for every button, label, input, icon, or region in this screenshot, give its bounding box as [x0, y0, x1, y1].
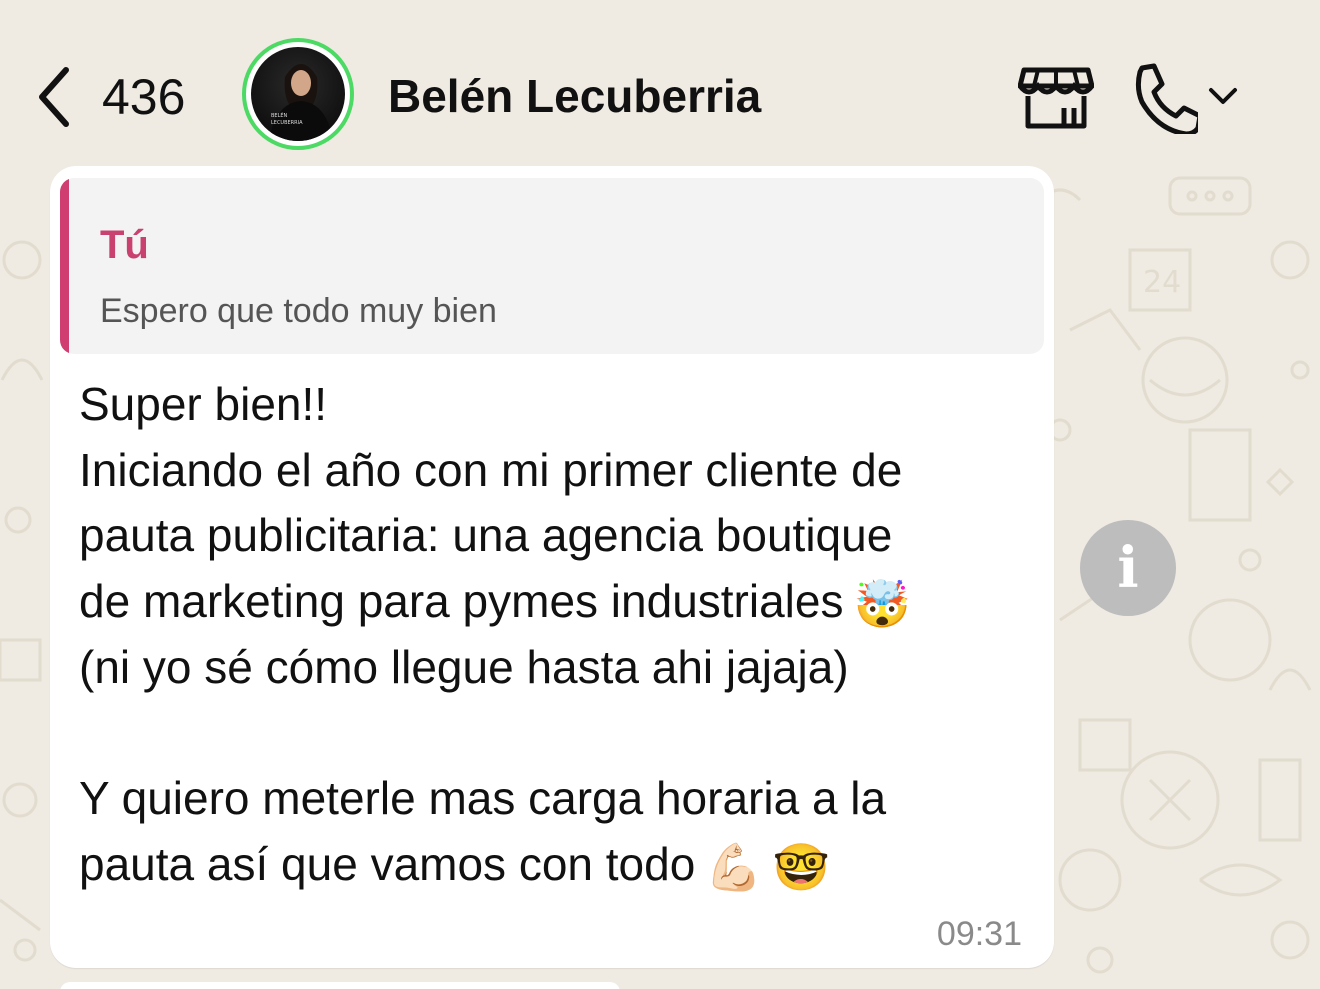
phone-icon — [1135, 63, 1198, 134]
svg-text:LECUBERRIA: LECUBERRIA — [271, 120, 303, 126]
message-text: Super bien!! Iniciando el año con mi pri… — [79, 372, 1039, 898]
chevron-left-icon — [39, 67, 69, 127]
avatar-image: BELÉN LECUBERRIA — [251, 47, 345, 141]
svg-text:BELÉN: BELÉN — [271, 111, 288, 119]
message-timestamp: 09:31 — [936, 915, 1022, 953]
flexed-biceps-emoji: 💪🏻 — [705, 840, 763, 893]
message-line: pauta publicitaria: una agencia boutique — [79, 509, 893, 562]
contact-name[interactable]: Belén Lecuberria — [388, 66, 761, 126]
info-icon: i — [1117, 535, 1139, 601]
unread-count: 436 — [102, 69, 186, 125]
quote-accent-bar — [60, 178, 69, 354]
back-button[interactable]: 436 — [36, 62, 185, 132]
next-message-bubble[interactable] — [60, 982, 620, 989]
contact-avatar[interactable]: BELÉN LECUBERRIA — [242, 38, 354, 150]
message-line: (ni yo sé cómo llegue hasta ahi jajaja) — [79, 640, 849, 693]
message-line: Iniciando el año con mi primer cliente d… — [79, 443, 903, 496]
message-line: pauta así que vamos con todo 💪🏻 🤓 — [79, 832, 1039, 898]
message-line: Super bien!! — [79, 378, 328, 430]
quote-author: Tú — [100, 223, 149, 267]
avatar-portrait: BELÉN LECUBERRIA — [269, 64, 333, 141]
chat-header: 436 BELÉN LECUBERRIA Belén Lecuberria — [0, 0, 1320, 160]
message-line: Y quiero meterle mas carga horaria a la — [79, 772, 887, 825]
business-catalog-button[interactable] — [1017, 64, 1095, 130]
chevron-down-icon — [1209, 88, 1237, 104]
message-line — [79, 700, 1039, 766]
svg-text:24: 24 — [1143, 265, 1181, 300]
quoted-message[interactable]: Tú Espero que todo muy bien — [60, 178, 1044, 354]
quote-text: Espero que todo muy bien — [100, 292, 497, 330]
exploding-head-emoji: 🤯 — [853, 578, 911, 631]
nerd-face-emoji: 🤓 — [772, 840, 830, 893]
store-icon — [1017, 67, 1095, 129]
call-button[interactable] — [1128, 62, 1240, 134]
message-line: de marketing para pymes industriales 🤯 — [79, 569, 1039, 635]
message-bubble[interactable]: Tú Espero que todo muy bien Super bien!!… — [50, 166, 1054, 968]
info-button[interactable]: i — [1080, 520, 1176, 616]
